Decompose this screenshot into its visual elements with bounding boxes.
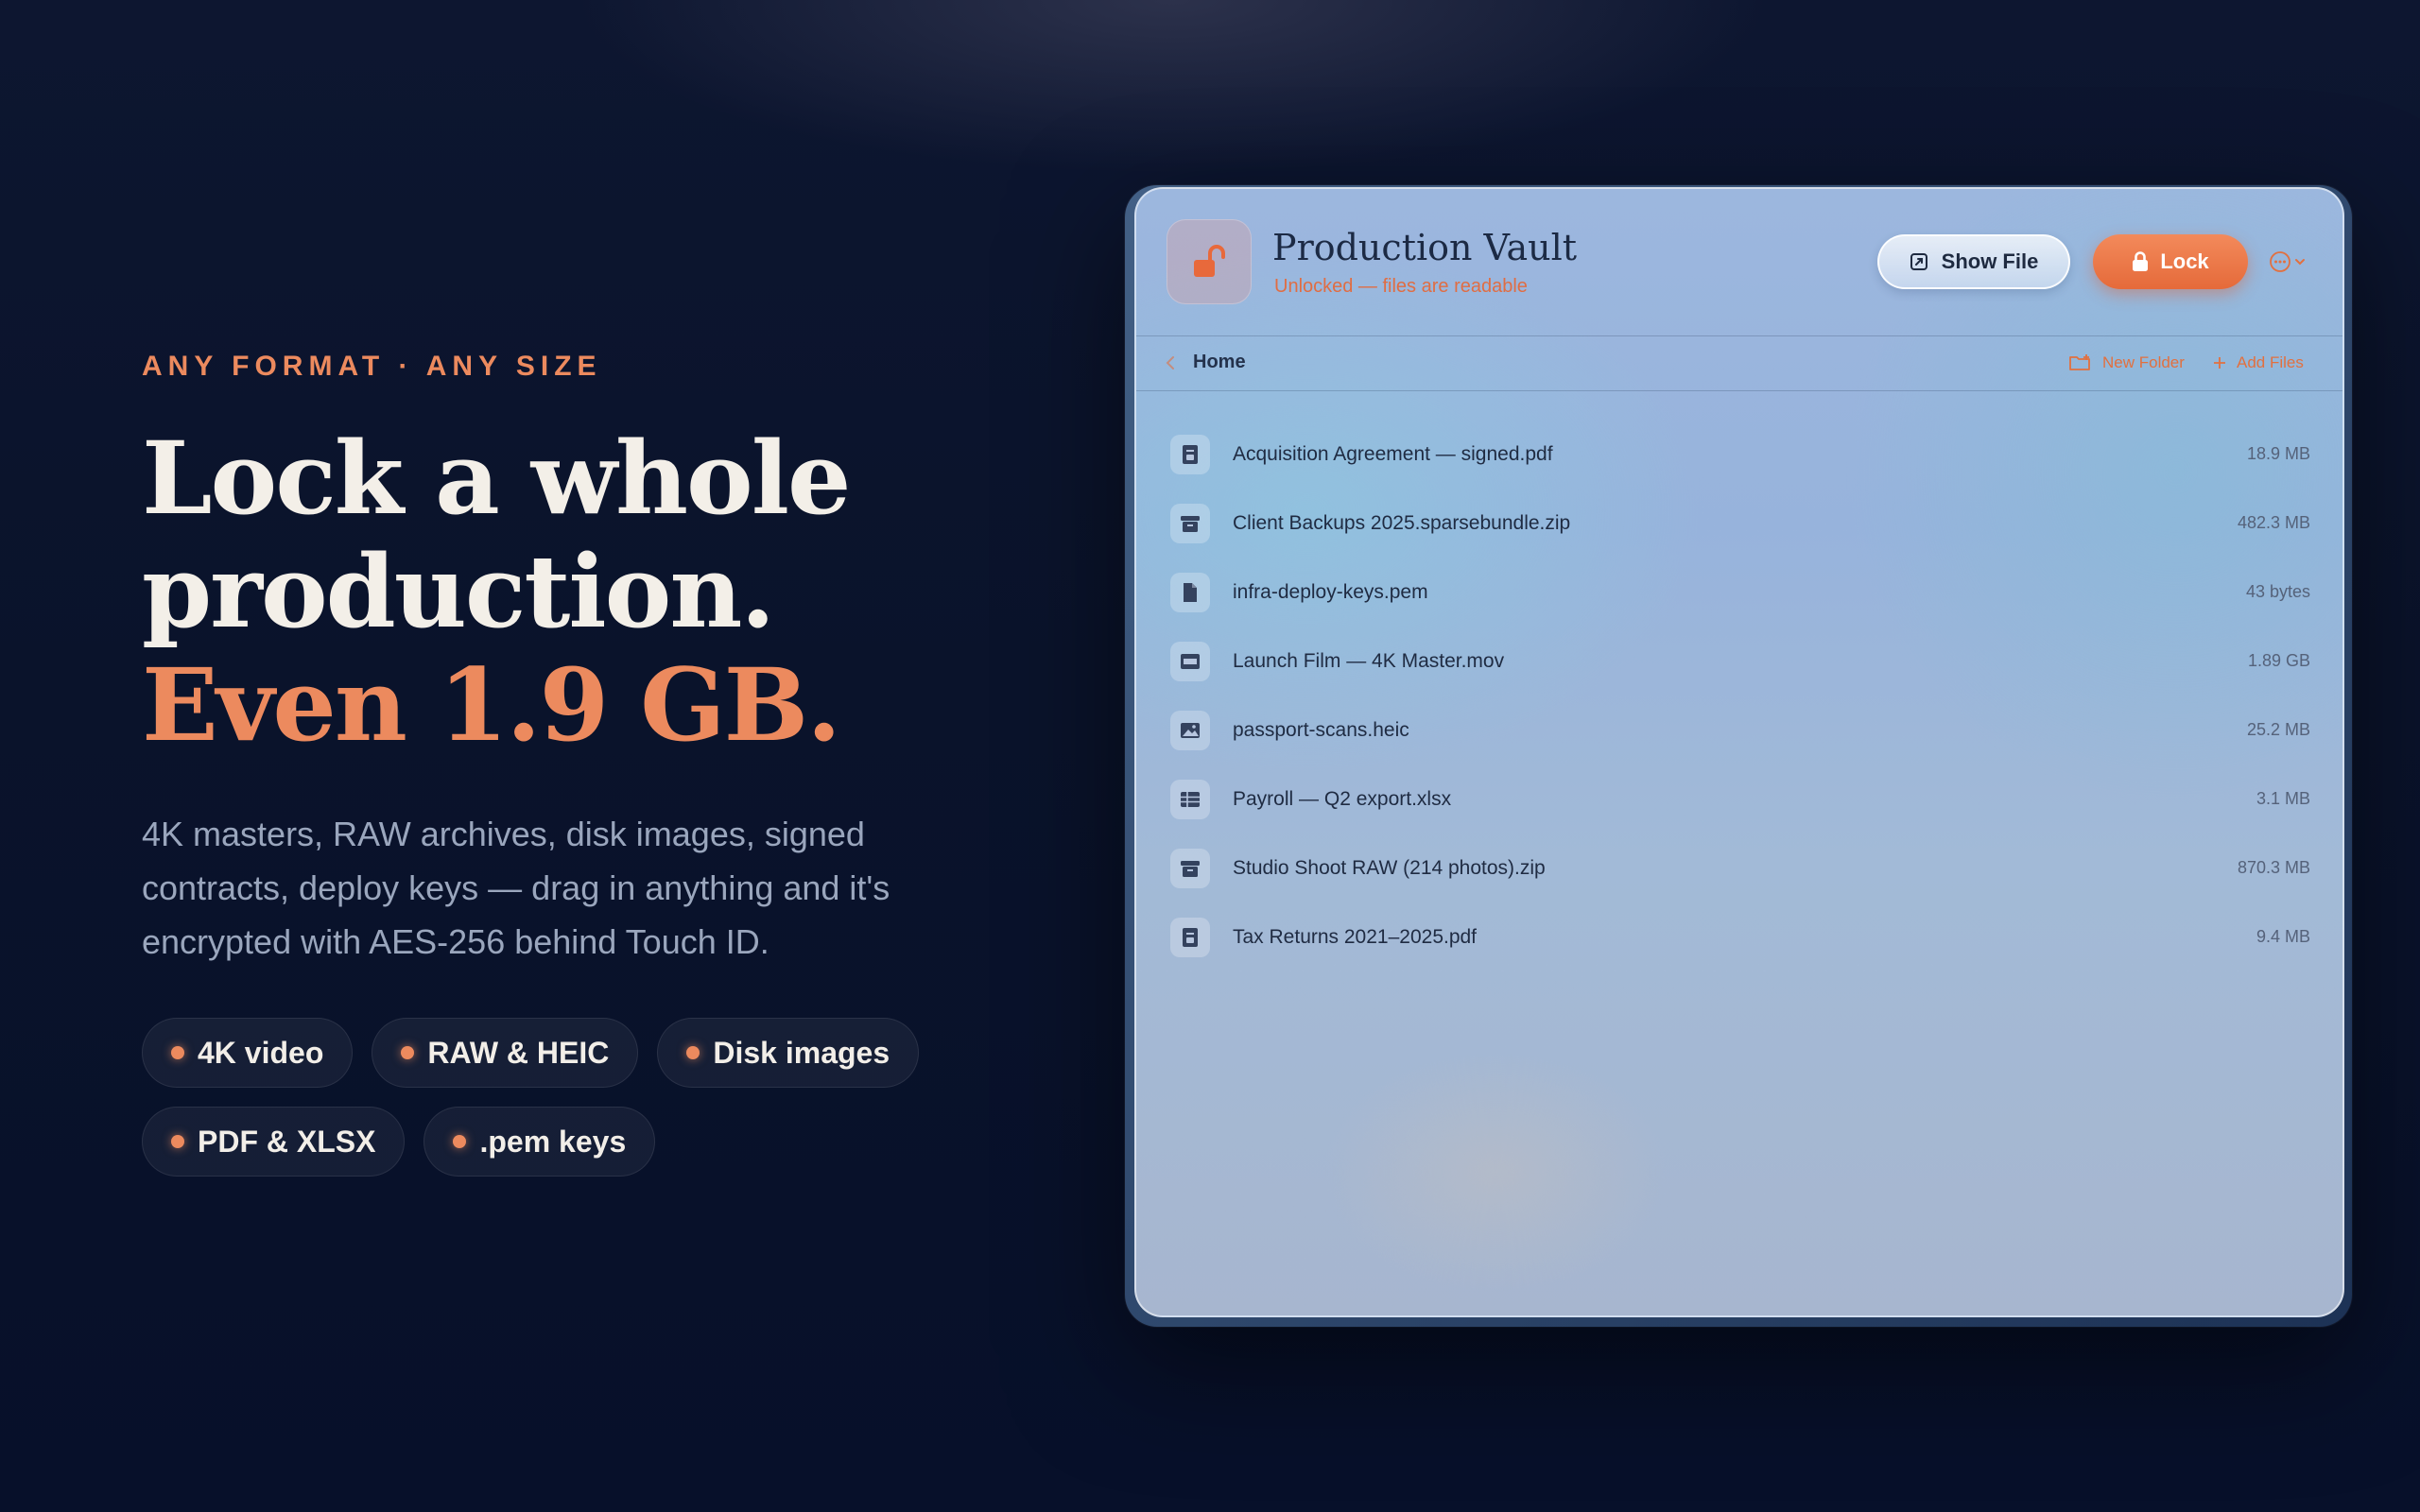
- vault-status: Unlocked — files are readable: [1274, 276, 1528, 297]
- archive-icon: [1170, 503, 1210, 543]
- tag-4k-video: 4K video: [142, 1018, 354, 1088]
- new-folder-label: New Folder: [2102, 353, 2185, 371]
- file-size: 25.2 MB: [2246, 720, 2310, 739]
- file-name: Launch Film — 4K Master.mov: [1233, 649, 1505, 672]
- file-row[interactable]: Client Backups 2025.sparsebundle.zip 482…: [1170, 489, 2310, 558]
- headline-accent: Even 1.9 GB.: [142, 645, 841, 764]
- lock-button[interactable]: Lock: [2093, 234, 2248, 289]
- back-button[interactable]: [1163, 353, 1178, 377]
- ellipsis-circle-icon: [2270, 251, 2290, 272]
- spreadsheet-icon: [1170, 779, 1210, 819]
- pdf-icon: [1170, 434, 1210, 474]
- bullet-dot-icon: [171, 1135, 184, 1148]
- tag-label: PDF & XLSX: [198, 1124, 376, 1159]
- tag-raw-heic: RAW & HEIC: [372, 1018, 639, 1088]
- file-size: 1.89 GB: [2247, 651, 2310, 670]
- file-size: 870.3 MB: [2237, 858, 2310, 877]
- hero-subtitle: 4K masters, RAW archives, disk images, s…: [142, 815, 890, 961]
- file-row[interactable]: passport-scans.heic 25.2 MB: [1170, 696, 2310, 765]
- tag-label: 4K video: [198, 1035, 324, 1070]
- chevron-down-icon: [2295, 259, 2305, 266]
- new-folder-button[interactable]: New Folder: [2068, 353, 2185, 372]
- lock-icon: [2133, 251, 2149, 271]
- bullet-dot-icon: [171, 1046, 184, 1059]
- file-list: Acquisition Agreement — signed.pdf 18.9 …: [1170, 420, 2310, 971]
- tag-pem-keys: .pem keys: [424, 1107, 656, 1177]
- headline-line-2: production.: [142, 532, 775, 650]
- add-files-button[interactable]: Add Files: [2212, 353, 2304, 372]
- file-size: 482.3 MB: [2237, 513, 2310, 532]
- headline: Lock a whole production. Even 1.9 GB.: [142, 421, 993, 762]
- file-name: Studio Shoot RAW (214 photos).zip: [1233, 856, 1546, 879]
- archive-icon: [1170, 848, 1210, 888]
- file-row[interactable]: Tax Returns 2021–2025.pdf 9.4 MB: [1170, 902, 2310, 971]
- eyebrow-text: ANY FORMAT · ANY SIZE: [142, 351, 602, 382]
- file-name: Acquisition Agreement — signed.pdf: [1233, 442, 1553, 465]
- bullet-dot-icon: [686, 1046, 700, 1059]
- more-options-button[interactable]: [2269, 248, 2314, 276]
- tag-disk-images: Disk images: [657, 1018, 920, 1088]
- path-bar: Home New Folder Add Files: [1136, 336, 2342, 391]
- lock-label: Lock: [2160, 249, 2209, 273]
- vault-title: Production Vault: [1272, 227, 1578, 268]
- file-size: 43 bytes: [2245, 582, 2310, 601]
- breadcrumb-home[interactable]: Home: [1193, 352, 1246, 373]
- image-icon: [1170, 710, 1210, 750]
- tag-label: .pem keys: [479, 1124, 627, 1159]
- file-name: Payroll — Q2 export.xlsx: [1233, 787, 1452, 810]
- file-row[interactable]: Launch Film — 4K Master.mov 1.89 GB: [1170, 627, 2310, 696]
- bullet-dot-icon: [401, 1046, 415, 1059]
- tag-pdf-xlsx: PDF & XLSX: [142, 1107, 406, 1177]
- tag-label: RAW & HEIC: [427, 1035, 610, 1070]
- file-row[interactable]: Acquisition Agreement — signed.pdf 18.9 …: [1170, 420, 2310, 489]
- unlocked-padlock-icon: [1167, 219, 1252, 304]
- vault-window: Production Vault Unlocked — files are re…: [1134, 187, 2344, 1317]
- chevron-left-icon: [1166, 356, 1174, 369]
- video-icon: [1170, 641, 1210, 681]
- file-size: 9.4 MB: [2256, 927, 2310, 946]
- file-size: 3.1 MB: [2256, 789, 2310, 808]
- file-name: Tax Returns 2021–2025.pdf: [1233, 925, 1478, 948]
- hero-section: ANY FORMAT · ANY SIZE Lock a whole produ…: [142, 350, 993, 1177]
- plus-icon: [2214, 357, 2225, 369]
- add-files-label: Add Files: [2237, 353, 2304, 371]
- bullet-dot-icon: [453, 1135, 467, 1148]
- pdf-icon: [1170, 917, 1210, 957]
- show-file-button[interactable]: Show File: [1877, 234, 2070, 289]
- show-file-label: Show File: [1941, 249, 2039, 273]
- headline-line-1: Lock a whole: [142, 419, 851, 537]
- open-external-icon: [1910, 253, 1927, 270]
- format-tags: 4K video RAW & HEIC Disk images PDF & XL…: [142, 1018, 974, 1177]
- file-size: 18.9 MB: [2246, 444, 2310, 463]
- tag-label: Disk images: [713, 1035, 890, 1070]
- file-name: infra-deploy-keys.pem: [1233, 580, 1428, 603]
- document-icon: [1170, 572, 1210, 612]
- file-row[interactable]: infra-deploy-keys.pem 43 bytes: [1170, 558, 2310, 627]
- file-name: Client Backups 2025.sparsebundle.zip: [1233, 511, 1571, 534]
- vault-header: Production Vault Unlocked — files are re…: [1136, 189, 2342, 336]
- file-row[interactable]: Studio Shoot RAW (214 photos).zip 870.3 …: [1170, 833, 2310, 902]
- folder-plus-icon: [2069, 354, 2090, 370]
- file-name: passport-scans.heic: [1233, 718, 1409, 741]
- file-row[interactable]: Payroll — Q2 export.xlsx 3.1 MB: [1170, 765, 2310, 833]
